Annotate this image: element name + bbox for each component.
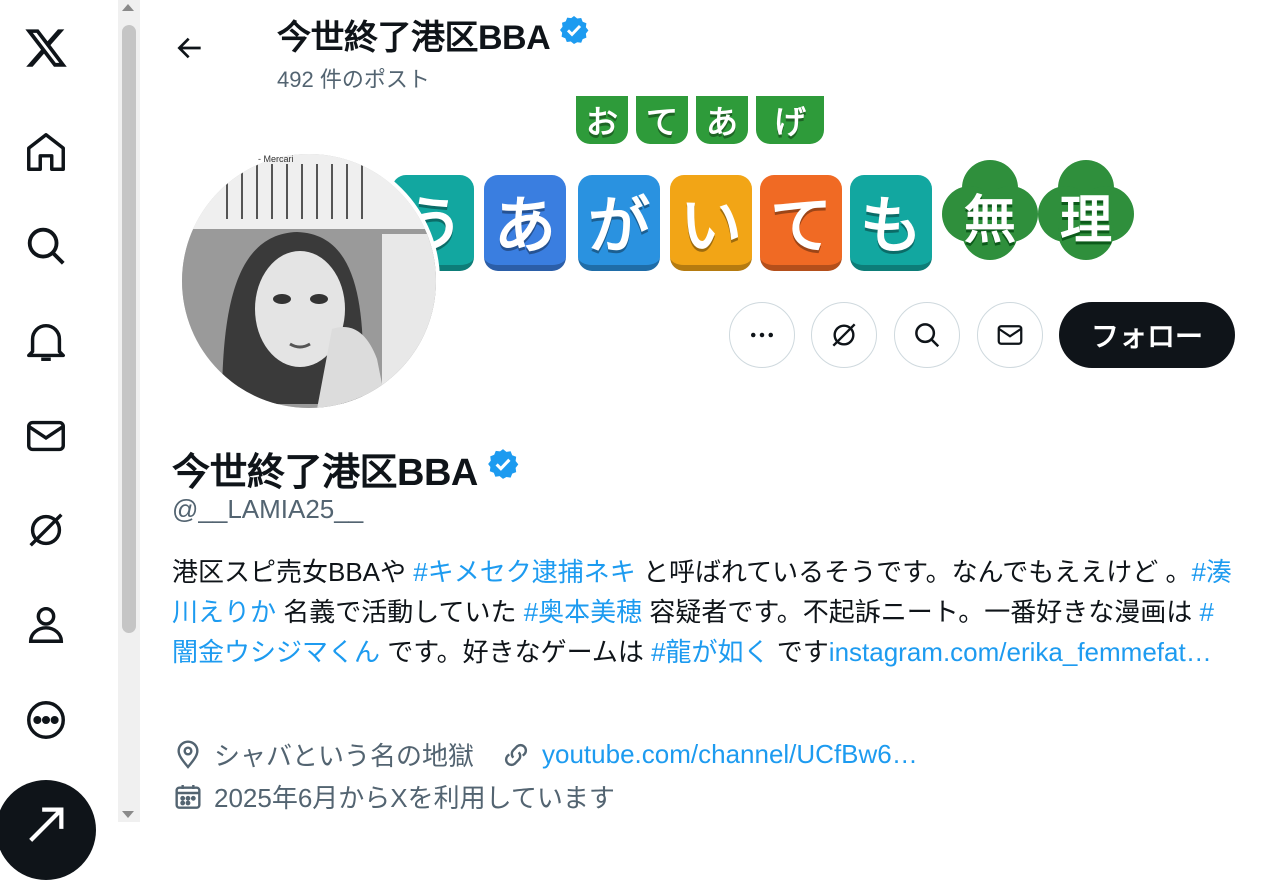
- back-button[interactable]: [168, 26, 212, 70]
- post-button[interactable]: [0, 780, 96, 880]
- banner-tile: お: [576, 96, 628, 144]
- mail-icon: [997, 325, 1023, 345]
- banner-tile: が: [578, 175, 660, 271]
- scroll-down-arrow[interactable]: [122, 811, 134, 818]
- bio-hashtag-link[interactable]: #キメセク逮捕ネキ: [413, 557, 635, 587]
- banner-tile: も: [850, 175, 932, 271]
- post-count: 492 件のポスト: [277, 67, 430, 92]
- mail-icon[interactable]: [20, 410, 72, 462]
- avatar-overlay-text: - Mercari: [258, 154, 294, 164]
- bio-text: です。好きなゲームは: [380, 637, 652, 667]
- profile-joined-date: 2025年6月からXを利用しています: [214, 783, 615, 813]
- banner-tile: あ: [696, 96, 748, 144]
- bio-text: 名義で活動していた: [276, 597, 524, 627]
- profile-header-bar: 今世終了港区BBA 492 件のポスト: [142, 0, 882, 96]
- search-profile-button[interactable]: [894, 302, 960, 368]
- calendar-icon: [172, 781, 204, 813]
- bio-instagram-link[interactable]: instagram.com/erika_femmefat…: [829, 637, 1212, 667]
- profile-handle: @__LAMIA25__: [172, 494, 364, 524]
- search-icon: [915, 323, 940, 348]
- bio-text: 容疑者です。不起訴ニート。一番好きな漫画は: [642, 597, 1200, 627]
- scroll-up-arrow[interactable]: [122, 4, 134, 11]
- scrollbar[interactable]: [118, 0, 140, 822]
- bio-text: と呼ばれているそうです。なんでもええけど 。: [635, 557, 1192, 587]
- profile-location: シャバという名の地獄: [214, 741, 475, 771]
- banner-tile: げ: [756, 96, 824, 144]
- post-icon: [29, 807, 64, 842]
- search-icon[interactable]: [20, 220, 72, 272]
- profile-avatar[interactable]: [178, 150, 440, 412]
- back-arrow-icon: [177, 37, 201, 59]
- grok-icon: [832, 323, 856, 347]
- banner-tile: あ: [484, 175, 566, 271]
- banner-tile: て: [760, 175, 842, 271]
- scroll-thumb[interactable]: [122, 25, 136, 633]
- verified-badge-icon[interactable]: [558, 14, 590, 55]
- banner-tile: て: [636, 96, 688, 144]
- link-icon: [500, 739, 532, 771]
- profile-icon[interactable]: [20, 598, 72, 650]
- home-icon[interactable]: [20, 126, 72, 178]
- banner-clover: 理: [1038, 160, 1134, 260]
- header-title: 今世終了港区BBA: [277, 10, 590, 59]
- ellipsis-icon: [751, 332, 773, 338]
- profile-meta-row: シャバという名の地獄 youtube.com/channel/UCfBw6…: [172, 736, 918, 773]
- profile-website-link[interactable]: youtube.com/channel/UCfBw6…: [542, 739, 918, 770]
- bio-hashtag-link[interactable]: #奥本美穂: [524, 597, 642, 627]
- profile-display-name: 今世終了港区BBA: [172, 441, 520, 496]
- location-icon: [172, 739, 204, 771]
- follow-button[interactable]: フォロー: [1059, 302, 1235, 368]
- profile-bio: 港区スピ売女BBAや #キメセク逮捕ネキ と呼ばれているそうです。なんでもええけ…: [172, 552, 1232, 672]
- banner-clover: 無: [942, 160, 1038, 260]
- bio-text: 港区スピ売女BBAや: [172, 557, 414, 587]
- banner-tile: い: [670, 175, 752, 271]
- grok-button[interactable]: [811, 302, 877, 368]
- profile-name-text: 今世終了港区BBA: [172, 452, 478, 494]
- more-icon[interactable]: [20, 694, 72, 746]
- bio-text: です: [769, 637, 829, 667]
- profile-joined-row: 2025年6月からXを利用しています: [172, 778, 615, 815]
- left-navigation: [0, 0, 118, 880]
- x-logo-icon[interactable]: [20, 22, 72, 74]
- verified-badge-icon[interactable]: [486, 447, 520, 491]
- message-button[interactable]: [977, 302, 1043, 368]
- banner-clover-char: 無: [963, 192, 1016, 250]
- more-options-button[interactable]: [729, 302, 795, 368]
- grok-icon[interactable]: [20, 504, 72, 556]
- bio-hashtag-link[interactable]: #龍が如く: [651, 637, 769, 667]
- header-name-text: 今世終了港区BBA: [277, 19, 551, 57]
- bell-icon[interactable]: [20, 316, 72, 368]
- banner-clover-char: 理: [1059, 192, 1112, 250]
